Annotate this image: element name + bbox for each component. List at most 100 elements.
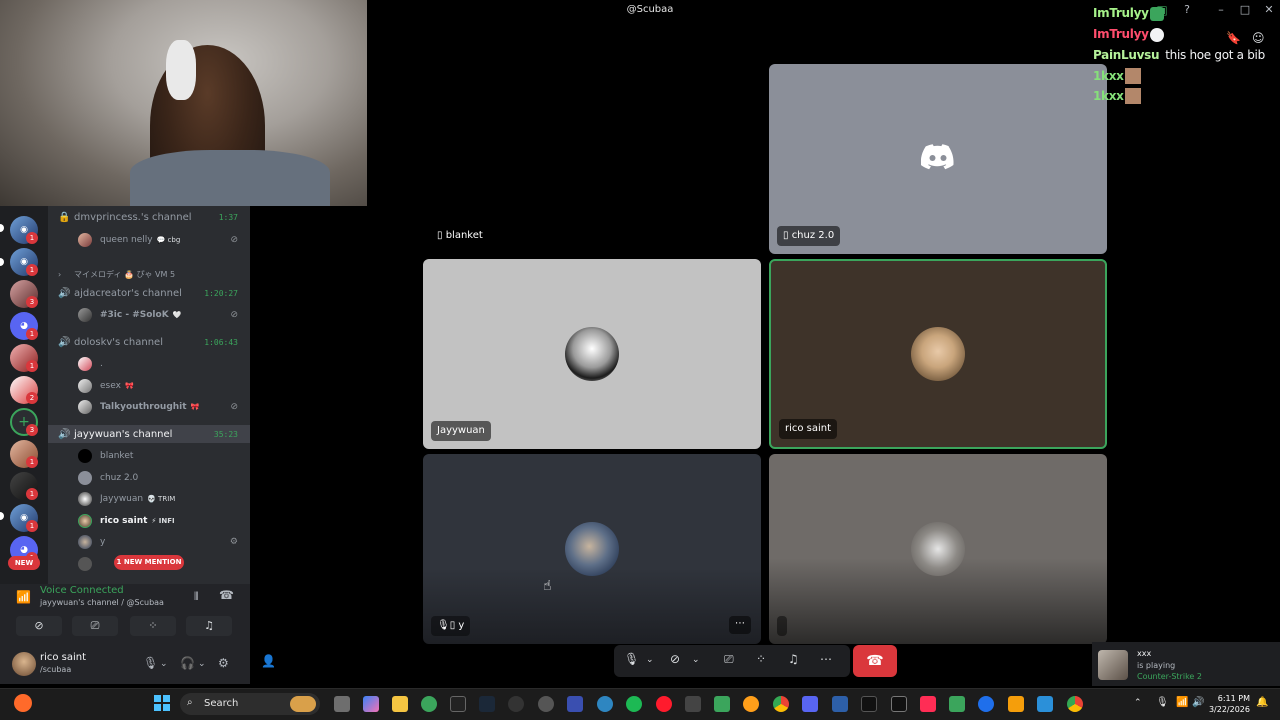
activity-avatar bbox=[1098, 650, 1128, 680]
video-tile-jayywuan[interactable]: Jayywuan bbox=[423, 259, 761, 449]
pin-icon[interactable]: 🔖 bbox=[1226, 31, 1241, 45]
voice-user[interactable]: y ⚙ bbox=[48, 533, 250, 551]
channel-doloskv[interactable]: 🔊 doloskv's channel 1:06:43 bbox=[48, 333, 250, 351]
avatar bbox=[78, 400, 92, 414]
task-view-icon[interactable] bbox=[334, 696, 350, 712]
wifi-icon[interactable]: 📶 bbox=[1176, 697, 1188, 708]
settings-icon[interactable] bbox=[538, 696, 554, 712]
soundboard-button[interactable]: ♫ bbox=[186, 616, 232, 636]
tiktok-icon[interactable] bbox=[920, 696, 936, 712]
noise-suppression-icon[interactable]: ⫴ bbox=[194, 590, 199, 604]
app-icon[interactable] bbox=[567, 696, 583, 712]
more-options-icon[interactable]: ⋯ bbox=[729, 616, 751, 634]
server-badge: 1 bbox=[26, 328, 38, 340]
chrome-icon[interactable] bbox=[1067, 696, 1083, 712]
steam-icon[interactable] bbox=[479, 696, 495, 712]
microphone-icon[interactable]: 🎙 bbox=[143, 656, 158, 670]
clock-time[interactable]: 6:11 PM bbox=[1212, 694, 1250, 703]
chevron-down-icon[interactable]: ⌄ bbox=[160, 659, 168, 669]
video-tile-chuz[interactable]: ▯ chuz 2.0 bbox=[769, 64, 1107, 254]
chevron-down-icon[interactable]: ⌄ bbox=[692, 655, 700, 665]
xbox-icon[interactable] bbox=[421, 696, 437, 712]
chevron-down-icon[interactable]: ⌄ bbox=[198, 659, 206, 669]
chrome-icon[interactable] bbox=[773, 696, 789, 712]
soundboard-icon[interactable]: ♫ bbox=[788, 652, 799, 666]
channel-dmvprincess[interactable]: 🔒 dmvprincess.'s channel 1:37 bbox=[48, 208, 250, 226]
voice-user[interactable]: Talkyouthroughit 🎀 ⊘ bbox=[48, 398, 250, 416]
user-status: /scubaa bbox=[40, 665, 72, 674]
muted-icon: ⊘ bbox=[230, 402, 238, 412]
start-menu-icon[interactable] bbox=[154, 695, 170, 711]
volume-icon[interactable]: 🔊 bbox=[1192, 697, 1204, 708]
channel-ajdacreator[interactable]: 🔊 ajdacreator's channel 1:20:27 bbox=[48, 284, 250, 302]
file-explorer-icon[interactable] bbox=[392, 696, 408, 712]
voice-user[interactable]: chuz 2.0 bbox=[48, 469, 250, 487]
app-icon[interactable] bbox=[1008, 696, 1024, 712]
opera-icon[interactable] bbox=[656, 696, 672, 712]
voice-user[interactable]: rico saint ⚡ INFI bbox=[48, 512, 250, 530]
disconnect-icon[interactable]: ☎ bbox=[219, 588, 234, 602]
avatar bbox=[78, 449, 92, 463]
settings-gear-icon[interactable]: ⚙ bbox=[218, 656, 229, 670]
close-button[interactable]: ✕ bbox=[1262, 3, 1276, 17]
headphones bbox=[166, 40, 196, 100]
video-tile-blanket[interactable]: ▯ blanket bbox=[423, 64, 761, 254]
activities-button[interactable]: ⁘ bbox=[130, 616, 176, 636]
app-icon[interactable] bbox=[861, 696, 877, 712]
activities-icon[interactable]: ⁘ bbox=[756, 652, 766, 666]
new-mention-pill[interactable]: 1 NEW MENTION bbox=[114, 555, 184, 570]
app-icon[interactable] bbox=[1037, 696, 1053, 712]
voice-channel-link[interactable]: jayywuan's channel / @Scubaa bbox=[40, 598, 164, 607]
voice-user[interactable]: queen nelly 💬 cbg ⊘ bbox=[48, 231, 250, 249]
app-icon[interactable] bbox=[685, 696, 701, 712]
headphones-icon[interactable]: 🎧 bbox=[180, 656, 195, 670]
app-icon[interactable] bbox=[978, 696, 994, 712]
clock-date[interactable]: 3/22/2026 bbox=[1206, 705, 1250, 714]
widgets-icon[interactable] bbox=[14, 694, 32, 712]
camera-off-icon[interactable]: ⊘ bbox=[670, 652, 680, 666]
app-icon[interactable] bbox=[891, 696, 907, 712]
end-call-button[interactable]: ☎ bbox=[853, 645, 897, 677]
minimize-button[interactable]: – bbox=[1214, 3, 1228, 17]
voice-user[interactable]: blanket bbox=[48, 447, 250, 465]
server-badge: 1 bbox=[26, 488, 38, 500]
user-name: rico saint bbox=[40, 652, 87, 663]
avatar[interactable] bbox=[12, 652, 36, 676]
app-icon[interactable] bbox=[832, 696, 848, 712]
channel-jayywuan[interactable]: 🔊 jayywuan's channel 35:23 bbox=[48, 425, 250, 443]
screen-share-button[interactable]: ⎚ bbox=[72, 616, 118, 636]
tray-chevron-icon[interactable]: ⌃ bbox=[1134, 698, 1142, 708]
epic-games-icon[interactable] bbox=[450, 696, 466, 712]
copilot-icon[interactable] bbox=[363, 696, 379, 712]
spotify-icon[interactable] bbox=[626, 696, 642, 712]
app-icon[interactable] bbox=[743, 696, 759, 712]
people-icon[interactable]: ☺ bbox=[1252, 31, 1265, 45]
maximize-button[interactable]: □ bbox=[1238, 3, 1252, 17]
signal-icon[interactable]: 📶 bbox=[16, 590, 31, 604]
tile-nameplate: Jayywuan bbox=[431, 421, 491, 441]
avatar bbox=[565, 522, 619, 576]
video-tile-y[interactable]: 🎙▯ y ⋯ bbox=[423, 454, 761, 644]
chevron-down-icon[interactable]: ⌄ bbox=[646, 655, 654, 665]
video-tile-rico-saint[interactable]: rico saint bbox=[769, 259, 1107, 449]
app-icon[interactable] bbox=[597, 696, 613, 712]
video-tile-unknown[interactable] bbox=[769, 454, 1107, 644]
add-friend-icon[interactable]: 👤 bbox=[261, 654, 276, 668]
app-icon[interactable] bbox=[508, 696, 524, 712]
discord-icon[interactable] bbox=[802, 696, 818, 712]
notifications-icon[interactable]: 🔔 bbox=[1256, 697, 1268, 708]
microphone-icon[interactable]: 🎙 bbox=[624, 652, 639, 666]
app-icon[interactable] bbox=[714, 696, 730, 712]
camera-off-button[interactable]: ⊘ bbox=[16, 616, 62, 636]
more-options-icon[interactable]: ⋯ bbox=[820, 652, 832, 666]
screen-share-icon[interactable]: ⎚ bbox=[724, 652, 734, 667]
voice-user[interactable]: Jayywuan 💀 TRIM bbox=[48, 490, 250, 508]
app-icon[interactable] bbox=[949, 696, 965, 712]
voice-user[interactable]: esex 🎀 bbox=[48, 377, 250, 395]
voice-user[interactable]: #3ic - #SoloK 🤍 ⊘ bbox=[48, 306, 250, 324]
category-header[interactable]: › マイメロディ 🎂 ぴゃ VM 5 bbox=[48, 265, 250, 283]
voice-user[interactable]: . bbox=[48, 355, 250, 373]
mic-tray-icon[interactable]: 🎙 bbox=[1156, 697, 1169, 708]
help-icon[interactable]: ? bbox=[1180, 3, 1194, 17]
mouse-cursor-icon: ☝ bbox=[543, 578, 552, 594]
